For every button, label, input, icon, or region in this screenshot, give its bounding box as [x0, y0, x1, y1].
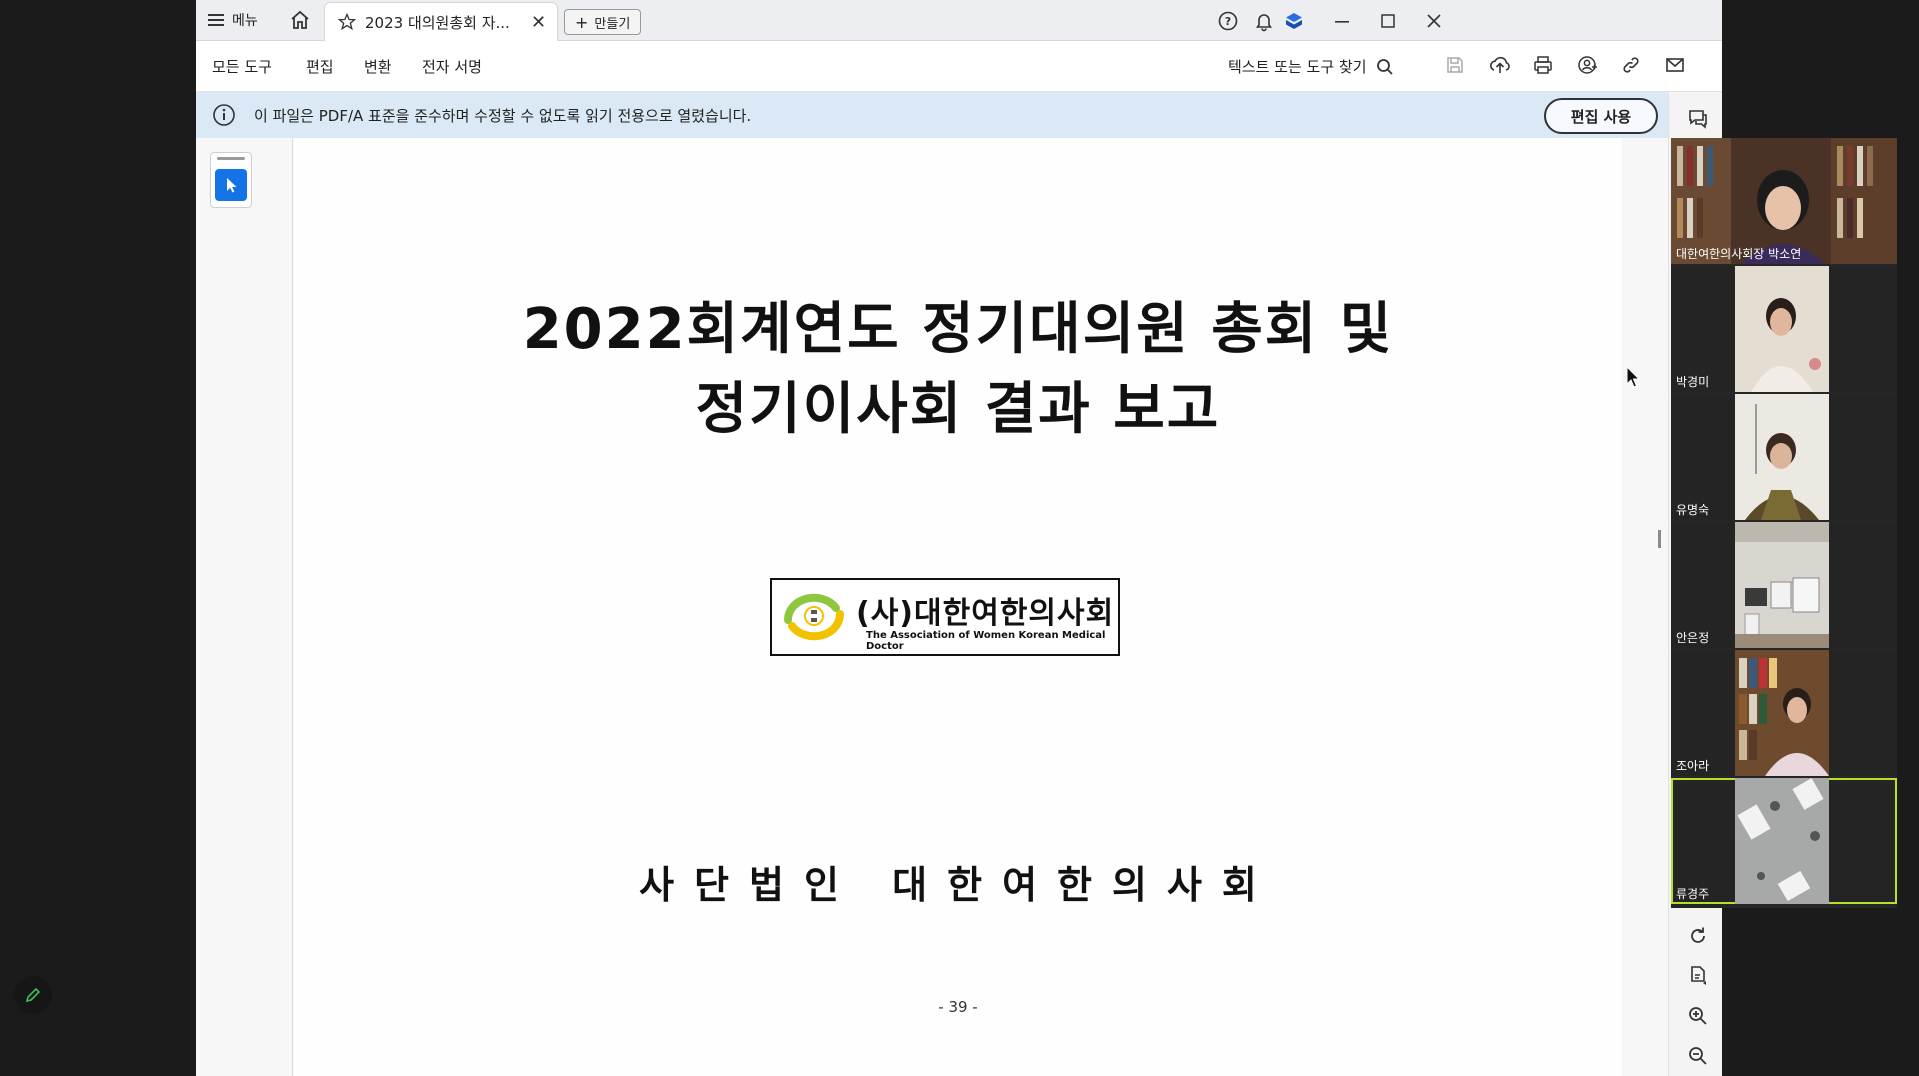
hamburger-icon: [208, 14, 224, 26]
bell-icon[interactable]: [1252, 9, 1276, 33]
participant-tile-active-speaker[interactable]: 류경주: [1671, 778, 1897, 904]
enable-editing-button[interactable]: 편집 사용: [1544, 98, 1658, 134]
document-tab[interactable]: 2023 대의원총회 자... ✕: [324, 2, 558, 41]
menu-label: 메뉴: [232, 13, 258, 29]
plus-icon: +: [575, 12, 589, 32]
logo-korean-text: (사)대한여한의사회: [856, 596, 1115, 631]
participant-tile[interactable]: 안은정: [1671, 522, 1897, 648]
star-icon[interactable]: [337, 12, 357, 32]
mouse-pointer-icon: [1626, 366, 1641, 388]
scrollbar-thumb[interactable]: [1658, 530, 1661, 548]
association-logo: (사)대한여한의사회 The Association of Women Kore…: [770, 578, 1120, 656]
video-call-panel: 대한여한의사회장 박소연 박경미 유명숙 안은정 조아라 류경주: [1671, 138, 1897, 908]
participant-name: 류경주: [1676, 887, 1710, 901]
search-icon: [1376, 58, 1393, 75]
title-bar: 메뉴 2023 대의원총회 자... ✕ + 만들기 ?: [196, 0, 1722, 41]
svg-text:?: ?: [1225, 15, 1231, 28]
document-title-line-2: 정기이사회 결과 보고: [695, 377, 1221, 442]
select-tool-button[interactable]: [215, 169, 247, 201]
tab-title: 2023 대의원총회 자...: [365, 13, 510, 32]
help-icon[interactable]: ?: [1216, 9, 1240, 33]
info-message: 이 파일은 PDF/A 표준을 준수하며 수정할 수 없도록 읽기 전용으로 열…: [254, 107, 752, 125]
app-logo-icon[interactable]: [1282, 9, 1306, 33]
pencil-icon: [25, 987, 41, 1003]
zoom-in-icon[interactable]: [1686, 1004, 1710, 1028]
email-icon[interactable]: [1664, 54, 1688, 78]
share-user-icon[interactable]: [1576, 54, 1600, 78]
e-sign-menu[interactable]: 전자 서명: [422, 56, 482, 77]
zoom-out-icon[interactable]: [1686, 1044, 1710, 1068]
select-tool-group: [210, 152, 252, 208]
upload-cloud-icon[interactable]: [1488, 54, 1512, 78]
menu-button[interactable]: 메뉴: [208, 8, 258, 32]
convert-menu[interactable]: 변환: [364, 56, 392, 77]
participant-tile[interactable]: 대한여한의사회장 박소연: [1671, 138, 1897, 264]
pdf-viewer-window: 메뉴 2023 대의원총회 자... ✕ + 만들기 ? 모든 도구 편집 변환…: [196, 0, 1722, 1076]
toolbar: 모든 도구 편집 변환 전자 서명 텍스트 또는 도구 찾기: [196, 41, 1722, 92]
logo-english-text: The Association of Women Korean Medical …: [866, 630, 1106, 652]
find-label: 텍스트 또는 도구 찾기: [1228, 58, 1367, 76]
find-text-or-tools[interactable]: 텍스트 또는 도구 찾기: [1228, 56, 1395, 77]
cursor-arrow-icon: [227, 178, 237, 193]
save-icon[interactable]: [1444, 54, 1468, 78]
page-number: - 39 -: [938, 998, 978, 1016]
home-button[interactable]: [288, 8, 312, 32]
minimize-icon[interactable]: [1330, 9, 1354, 33]
participant-video: [1735, 778, 1829, 904]
page-thumbnail-icon[interactable]: [1686, 964, 1710, 988]
left-tools-panel: [196, 138, 293, 1076]
close-tab-icon[interactable]: ✕: [531, 12, 546, 33]
create-label: 만들기: [594, 16, 631, 32]
organization-name: 사단법인 대한여한의사회: [639, 863, 1277, 907]
info-icon: [213, 104, 235, 126]
all-tools-menu[interactable]: 모든 도구: [212, 56, 272, 77]
annotation-pen-button[interactable]: [14, 976, 52, 1014]
rotate-icon[interactable]: [1686, 924, 1710, 948]
link-icon[interactable]: [1620, 54, 1644, 78]
comment-icon[interactable]: [1686, 106, 1710, 130]
participant-video: [1735, 522, 1829, 648]
document-title-line-1: 2022회계연도 정기대의원 총회 및: [522, 297, 1394, 362]
participant-tile[interactable]: 유명숙: [1671, 394, 1897, 520]
participant-video: [1735, 394, 1829, 520]
participant-video: [1735, 266, 1829, 392]
participant-video: [1735, 650, 1829, 776]
participant-name: 안은정: [1676, 631, 1710, 645]
participant-name: 유명숙: [1676, 503, 1710, 517]
close-window-icon[interactable]: [1422, 9, 1446, 33]
edit-menu[interactable]: 편집: [306, 56, 334, 77]
panel-drag-handle[interactable]: [217, 157, 245, 160]
maximize-icon[interactable]: [1376, 9, 1400, 33]
participant-tile[interactable]: 박경미: [1671, 266, 1897, 392]
participant-name: 박경미: [1676, 375, 1710, 389]
association-emblem-icon: [783, 593, 845, 641]
read-only-info-bar: 이 파일은 PDF/A 표준을 준수하며 수정할 수 없도록 읽기 전용으로 열…: [196, 92, 1668, 138]
print-icon[interactable]: [1532, 54, 1556, 78]
participant-name: 대한여한의사회장 박소연: [1676, 247, 1802, 261]
home-icon: [291, 10, 309, 29]
participant-tile[interactable]: 조아라: [1671, 650, 1897, 776]
create-button[interactable]: + 만들기: [564, 9, 642, 35]
document-page: 2022회계연도 정기대의원 총회 및 정기이사회 결과 보고 (사)대한여한의…: [294, 138, 1641, 1076]
participant-name: 조아라: [1676, 759, 1710, 773]
